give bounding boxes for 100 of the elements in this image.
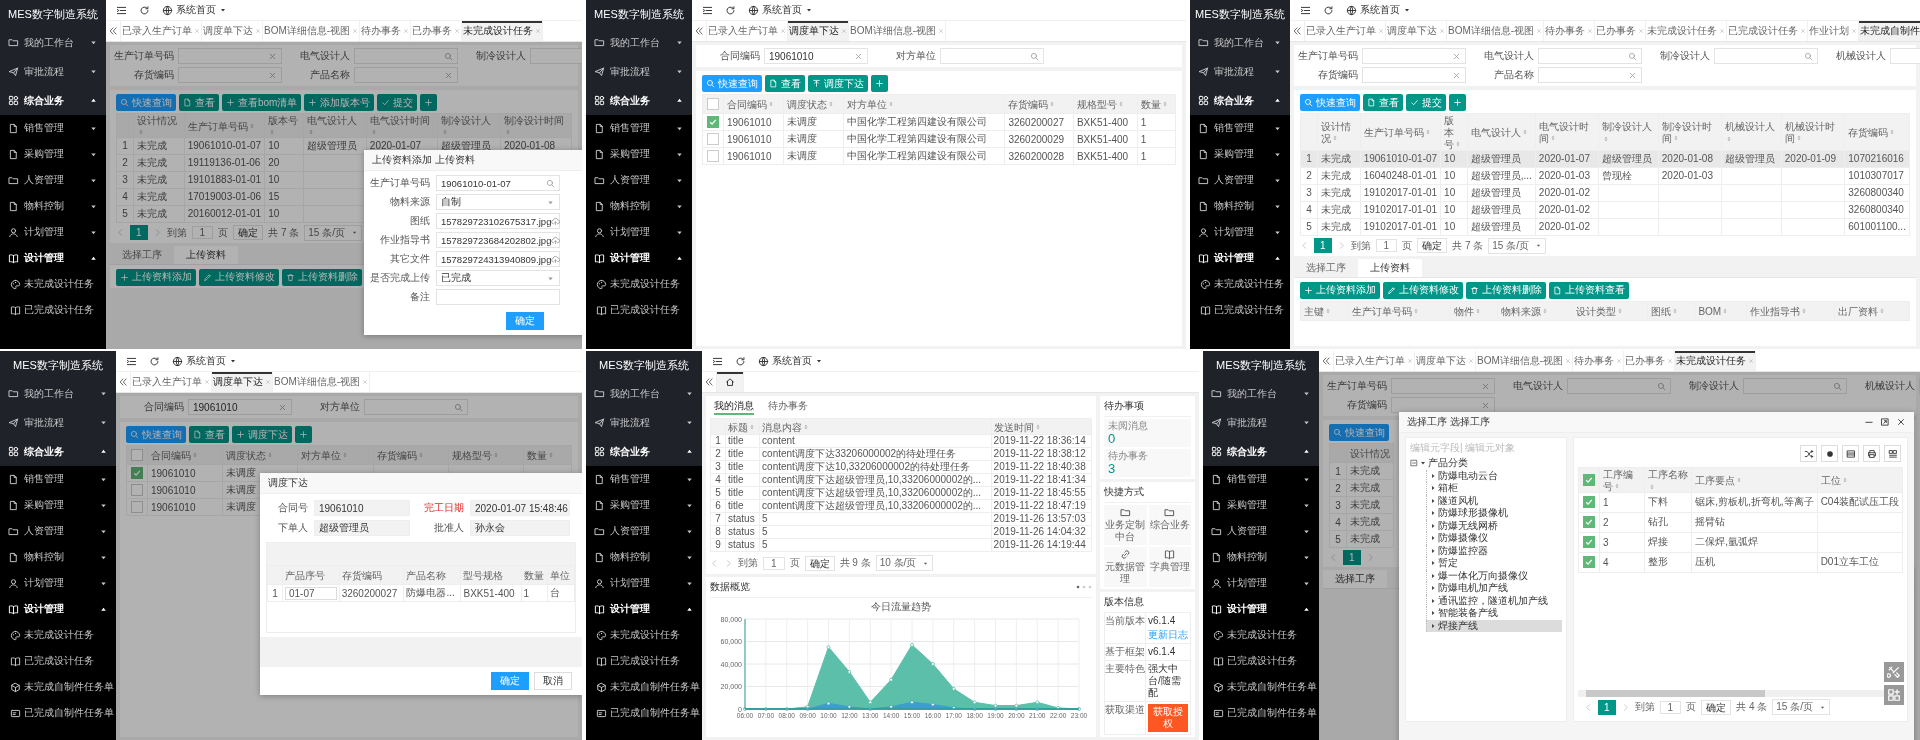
double-chevron-left-icon[interactable]	[1321, 356, 1331, 366]
tab[interactable]: 调度单下达	[202, 21, 263, 41]
column-header[interactable]: 数量	[1137, 94, 1176, 114]
search-icon[interactable]	[1030, 51, 1039, 61]
column-header[interactable]: 设计情况	[1317, 113, 1361, 151]
sidebar-item[interactable]: 审批流程	[586, 408, 702, 437]
sidebar-item[interactable]: 销售管理	[1203, 466, 1319, 492]
sidebar-item[interactable]: 已完成设计任务	[1203, 648, 1319, 674]
page-number[interactable]: 1	[1314, 238, 1332, 254]
sidebar-item[interactable]: 计划管理	[0, 219, 106, 245]
clear-icon[interactable]	[268, 70, 277, 80]
checkbox[interactable]	[707, 116, 719, 129]
sidebar-item[interactable]: 已完成自制件任务单	[586, 700, 702, 726]
page-size-select[interactable]: 15 条/页	[304, 224, 362, 241]
clear-icon[interactable]	[1628, 70, 1637, 80]
input-field[interactable]: 19061010-01-07	[436, 175, 560, 191]
chevron-left-icon[interactable]	[116, 228, 125, 238]
column-header[interactable]: 工序要点	[1691, 467, 1818, 493]
tab[interactable]: 已完成设计任务	[1727, 21, 1809, 41]
shortcut-tile[interactable]: 字典管理	[1148, 547, 1191, 587]
tab[interactable]: BOM详细信息-视图	[1447, 21, 1545, 41]
input-field[interactable]	[1362, 67, 1466, 83]
checkbox[interactable]	[131, 467, 143, 480]
table-row[interactable]: 1 未完成 19061010-01-07 10 超级管理员 2020-01-07 超级管理员 2020-01-08 超级管理员 2020-01-09 1070216016	[1300, 150, 1910, 168]
tree-item[interactable]: 暂定	[1426, 557, 1562, 570]
input-field[interactable]	[354, 67, 458, 83]
sidebar-item[interactable]: 未完成设计任务	[1203, 622, 1319, 648]
tab[interactable]: 选择工序	[1323, 570, 1387, 588]
sidebar-item[interactable]: 我的工作台	[1190, 28, 1290, 57]
column-header[interactable]: 工序名称	[1644, 467, 1692, 493]
column-header[interactable]: 作业指导书	[1746, 301, 1835, 321]
toolbar-button[interactable]: 上传资料修改	[1383, 281, 1463, 299]
table-tool-button[interactable]	[1863, 445, 1880, 462]
sidebar-item[interactable]: 未完成设计任务	[0, 622, 116, 648]
page-size-select[interactable]: 10 条/页	[875, 555, 934, 571]
sidebar-item[interactable]: 物料控制	[1203, 544, 1319, 570]
column-header[interactable]: 制冷设计时间	[500, 113, 572, 138]
tree-item[interactable]: 爆一体化万向摄像仪	[1426, 569, 1562, 582]
double-chevron-left-icon[interactable]	[118, 377, 128, 387]
clear-icon[interactable]	[1452, 51, 1461, 61]
clear-icon[interactable]	[1481, 400, 1490, 410]
column-header[interactable]: 存货编码	[1844, 113, 1910, 151]
tab[interactable]: 上传资料	[1358, 258, 1422, 277]
sidebar-item[interactable]: 销售管理	[586, 115, 692, 141]
input-field[interactable]	[178, 48, 282, 64]
checkbox[interactable]	[1583, 556, 1595, 569]
add-button[interactable]	[871, 75, 888, 92]
column-header[interactable]: 生产订单号码	[1348, 301, 1451, 321]
sidebar-item[interactable]: 综合业务	[586, 437, 702, 466]
sidebar-item[interactable]: 物料控制	[0, 544, 116, 570]
toolbar-button[interactable]: 上传资料添加	[1300, 281, 1380, 299]
go-button[interactable]: 确定	[233, 225, 264, 241]
input-field[interactable]: 孙永会	[470, 520, 570, 536]
sidebar-item[interactable]: 我的工作台	[586, 379, 702, 408]
sidebar-item[interactable]: 未完成设计任务	[0, 271, 106, 297]
sidebar-item[interactable]: 综合业务	[1190, 86, 1290, 115]
sidebar-item[interactable]: 计划管理	[1190, 219, 1290, 245]
layout-button[interactable]	[1884, 685, 1904, 705]
input-field[interactable]: 01-07	[285, 586, 337, 600]
input-field[interactable]	[178, 67, 282, 83]
tab[interactable]: 调度单下达	[1386, 21, 1447, 41]
sidebar-item[interactable]: 设计管理	[1203, 596, 1319, 622]
checkbox[interactable]	[131, 484, 143, 497]
go-button[interactable]: 确定	[804, 555, 835, 571]
sidebar-item[interactable]: 设计管理	[1190, 245, 1290, 271]
sidebar-item[interactable]: 人资管理	[586, 518, 702, 544]
input-field[interactable]: 19061010	[314, 500, 410, 516]
column-header[interactable]: 标题	[725, 418, 760, 435]
search-icon[interactable]	[444, 51, 453, 61]
page-size-select[interactable]: 15 条/页	[1772, 699, 1830, 715]
go-button[interactable]: 确定	[1417, 238, 1448, 254]
sidebar-item[interactable]: 人资管理	[0, 518, 116, 544]
sidebar-item[interactable]: 物料控制	[586, 193, 692, 219]
input-field[interactable]: 157829724313940809.jpg	[436, 251, 560, 267]
search-icon[interactable]	[1657, 381, 1666, 391]
sidebar-item[interactable]: 已完成自制件任务单	[0, 700, 116, 726]
sidebar-item[interactable]: 采购管理	[1190, 141, 1290, 167]
tab[interactable]: 待办事务	[1573, 351, 1625, 371]
close-icon[interactable]	[1896, 417, 1906, 427]
sidebar-item[interactable]: 人资管理	[1190, 167, 1290, 193]
column-header[interactable]: 电气设计时间	[1535, 113, 1599, 151]
sidebar-item[interactable]: 审批流程	[586, 57, 692, 86]
table-tool-button[interactable]	[1821, 445, 1838, 462]
tree-item[interactable]: 箱柜	[1426, 482, 1562, 495]
checkbox[interactable]	[707, 150, 719, 163]
sidebar-item[interactable]: 销售管理	[0, 466, 116, 492]
go-button[interactable]: 确定	[1701, 699, 1732, 715]
column-header[interactable]: 机械设计时间	[1781, 113, 1845, 151]
pagination-dots-icon[interactable]	[1076, 585, 1092, 589]
column-header[interactable]: 生产订单号码	[184, 113, 265, 138]
sidebar-item[interactable]: 计划管理	[586, 219, 692, 245]
chevron-left-icon[interactable]	[1300, 241, 1309, 251]
tab[interactable]: 选择工序	[1294, 258, 1358, 277]
refresh-icon[interactable]	[725, 4, 736, 16]
select-field[interactable]: 已完成	[436, 270, 560, 286]
page-input[interactable]: 1	[1375, 239, 1398, 253]
column-header[interactable]: 发送时间	[991, 418, 1092, 435]
input-field[interactable]: 157829723684202802.jpg	[436, 232, 560, 248]
tab[interactable]: 未完成设计任务	[1675, 351, 1757, 371]
tools-button[interactable]	[1884, 662, 1904, 682]
